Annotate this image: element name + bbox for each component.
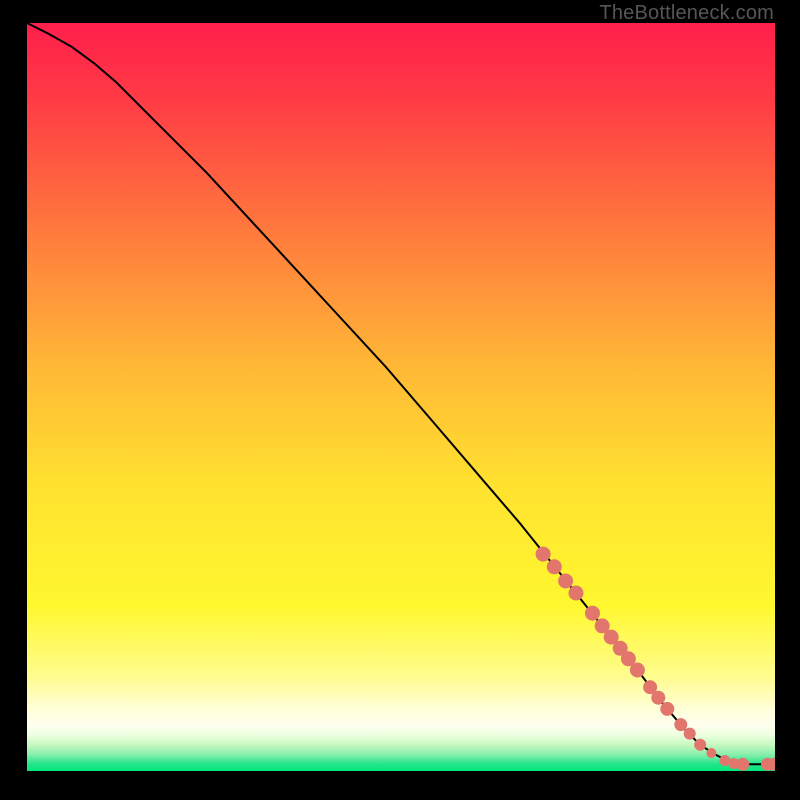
- data-marker: [674, 718, 687, 731]
- data-marker: [736, 758, 749, 771]
- watermark-text: TheBottleneck.com: [599, 2, 774, 25]
- data-marker: [706, 748, 716, 758]
- data-marker: [660, 702, 674, 716]
- data-marker: [536, 547, 551, 562]
- data-marker: [651, 691, 665, 705]
- data-marker: [630, 663, 645, 678]
- bottleneck-chart: [27, 23, 775, 771]
- data-marker: [569, 586, 584, 601]
- data-marker: [558, 574, 573, 589]
- gradient-background: [27, 23, 775, 771]
- data-marker: [547, 559, 562, 574]
- data-marker: [684, 728, 696, 740]
- data-marker: [694, 739, 706, 751]
- chart-frame: [27, 23, 775, 771]
- data-marker: [585, 606, 600, 621]
